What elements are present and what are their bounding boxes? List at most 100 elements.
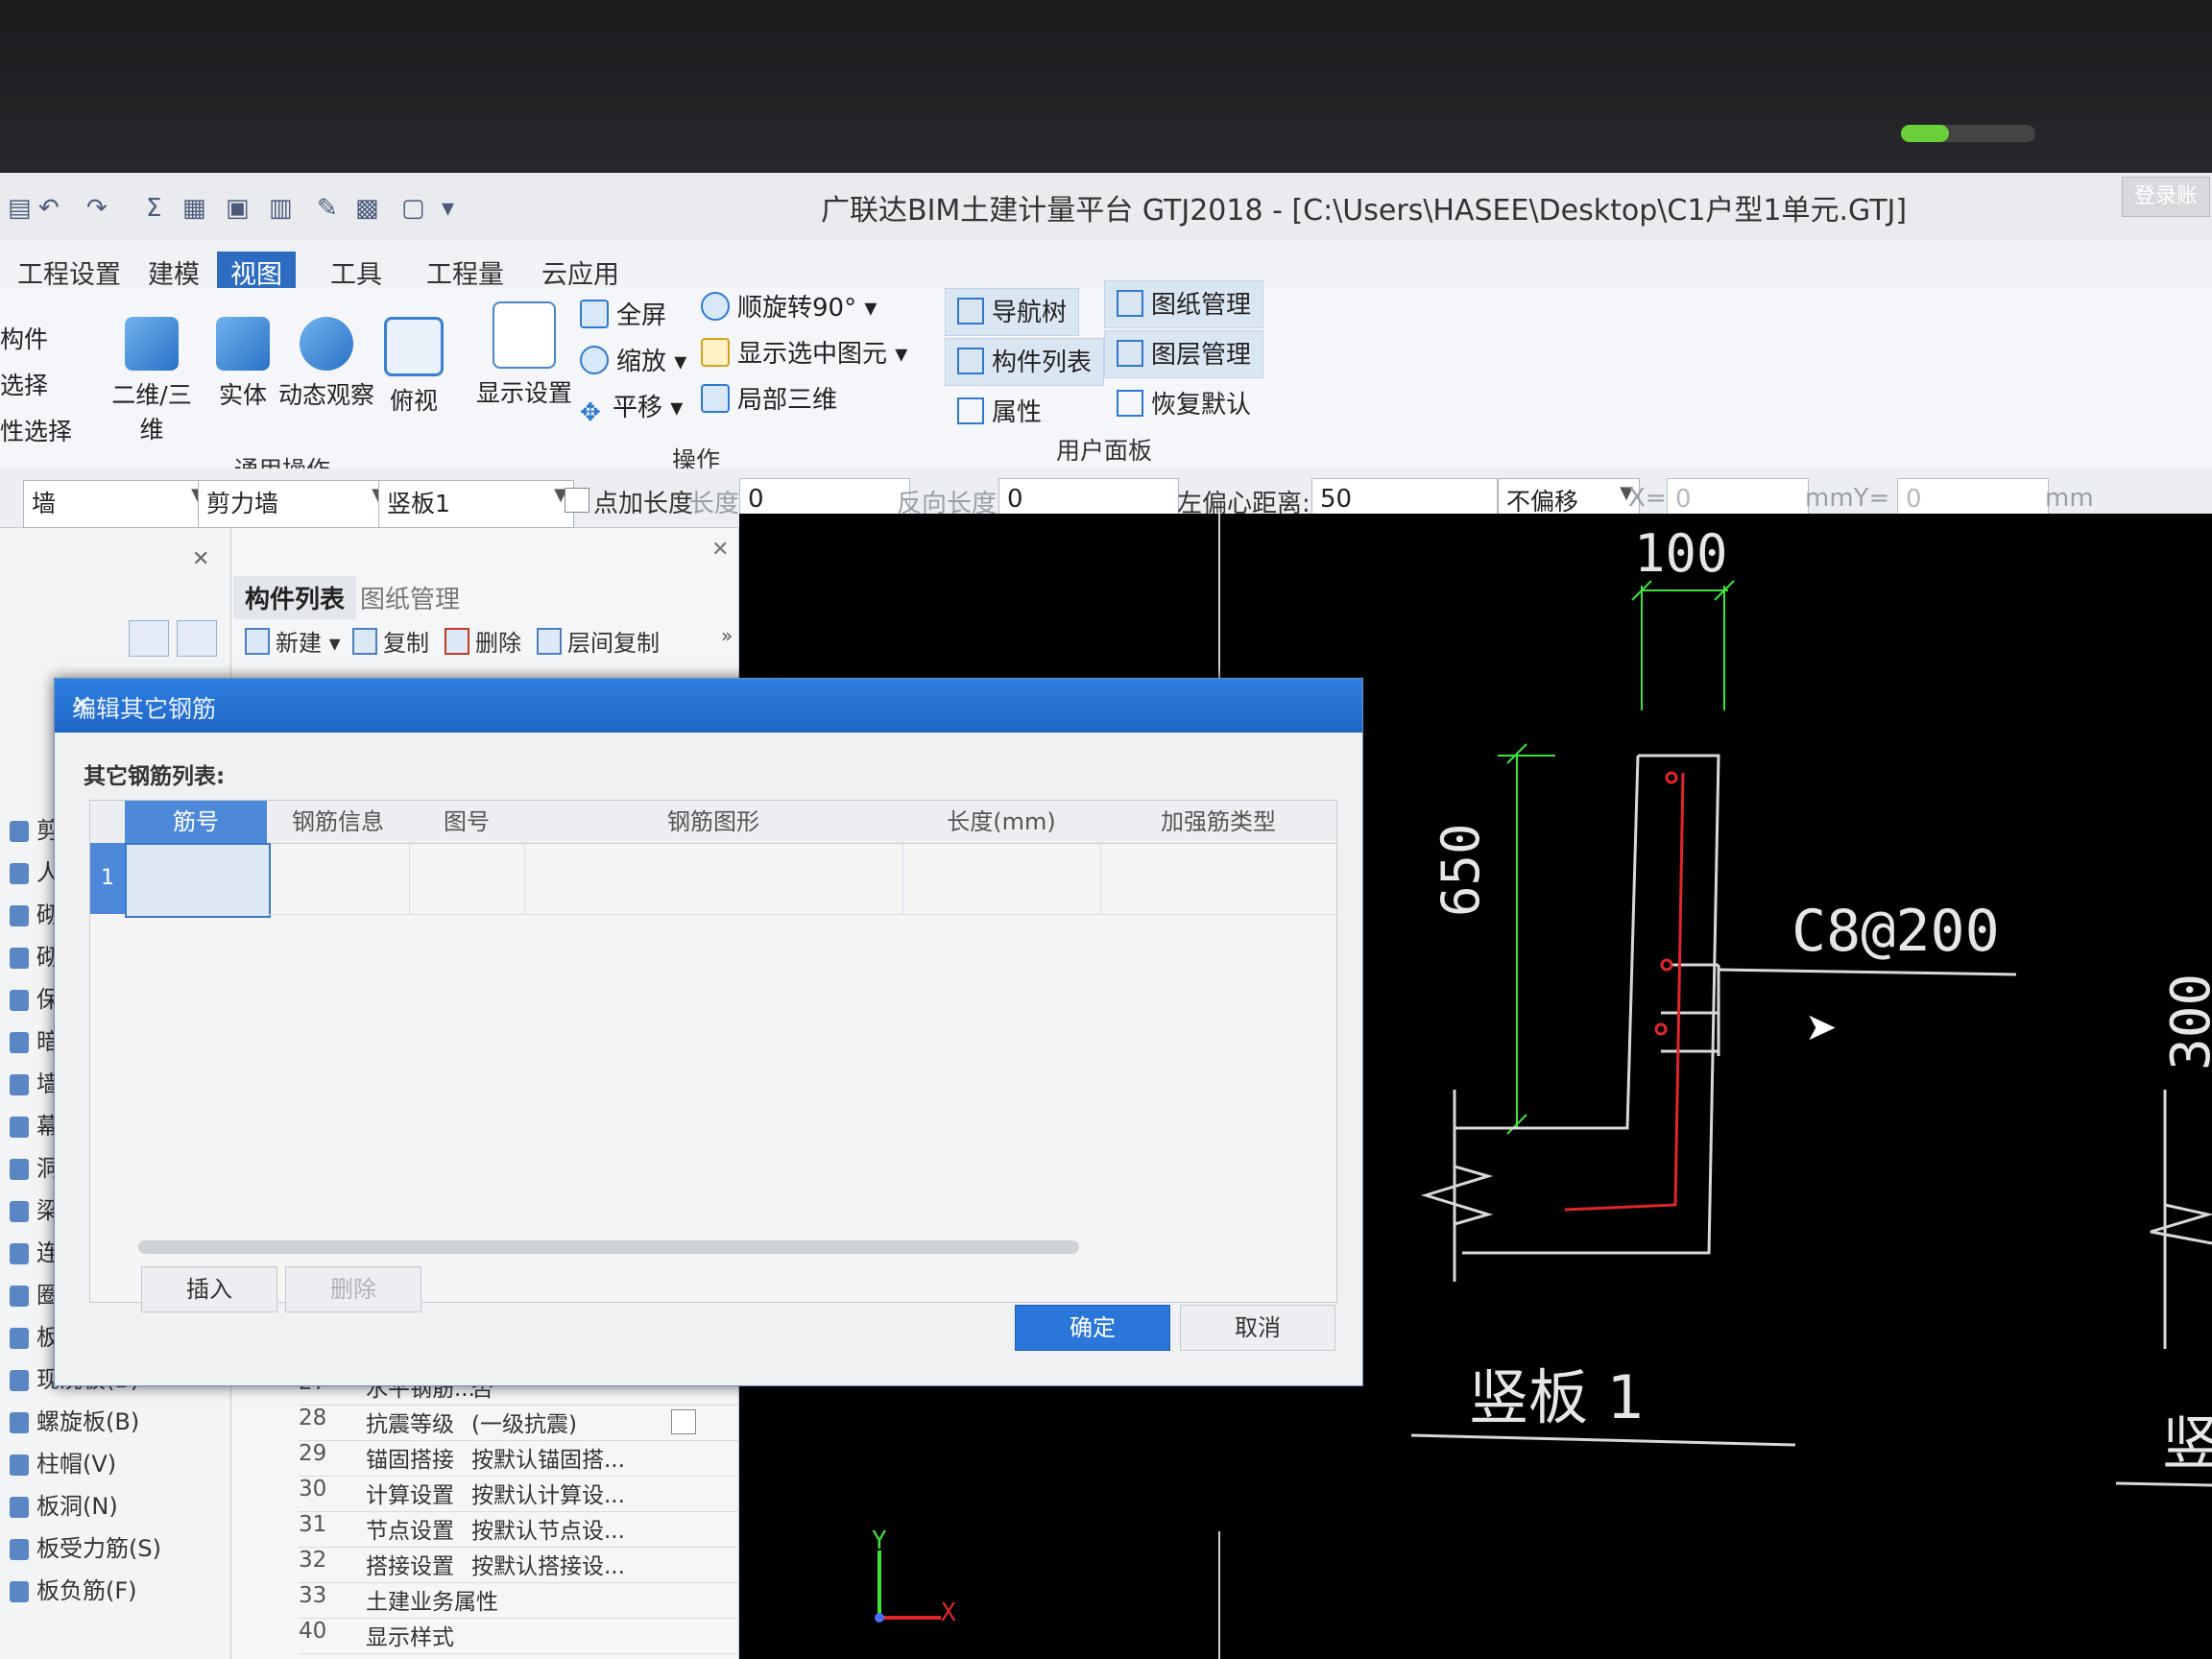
nav-tree-item[interactable]: 柱帽(V) — [10, 1445, 116, 1479]
new-label: 新建 — [276, 630, 322, 657]
delete-button[interactable]: 删除 — [285, 1266, 421, 1312]
solid-label: 实体 — [218, 381, 267, 409]
horizontal-scrollbar[interactable] — [138, 1240, 1079, 1254]
row-number: 33 — [299, 1583, 327, 1608]
detail-view-icon[interactable] — [177, 620, 217, 657]
chevron-down-icon[interactable]: ▾ — [442, 194, 454, 223]
ribbon-clip-attr-select[interactable]: 性选择 — [0, 413, 72, 447]
properties-button[interactable]: 属性 — [945, 388, 1055, 436]
nav-tree-item[interactable]: 洞 — [10, 1149, 60, 1183]
ok-button[interactable]: 确定 — [1015, 1305, 1170, 1351]
ribbon-clip-component[interactable]: 构件 — [0, 321, 48, 355]
col-header-rebar-shape[interactable]: 钢筋图形 — [524, 801, 903, 844]
col-header-bar-no[interactable]: 筋号 — [125, 801, 268, 844]
component-type-icon — [10, 1539, 29, 1560]
table-cell-rebar-shape[interactable] — [524, 843, 903, 915]
local-3d-button[interactable]: 局部三维 — [701, 380, 837, 416]
table-row[interactable]: 28 抗震等级 (一级抗震) — [299, 1406, 750, 1441]
tab-component-list[interactable]: 构件列表 — [233, 576, 357, 619]
rotate-90-button[interactable]: 顺旋转90° ▾ — [701, 288, 877, 324]
col-header-shape-no[interactable]: 图号 — [409, 801, 525, 844]
table-cell-reinforce-type[interactable] — [1100, 843, 1336, 915]
top-view-button[interactable]: 俯视 — [380, 317, 447, 417]
row-number[interactable]: 1 — [90, 843, 125, 914]
table-cell-shape-no[interactable] — [409, 843, 525, 915]
fullscreen-button[interactable]: 全屏 — [580, 296, 666, 331]
grid-icon[interactable]: ▩ — [355, 194, 379, 223]
zoom-button[interactable]: 缩放 ▾ — [580, 342, 686, 377]
component-type-icon — [10, 1328, 29, 1349]
property-checkbox[interactable] — [671, 1409, 696, 1434]
copy-button[interactable]: 复制 — [352, 624, 429, 658]
pen-icon[interactable]: ✎ — [317, 194, 338, 223]
save-icon[interactable]: ▤ — [8, 194, 32, 223]
table-row[interactable]: 31 节点设置 按默认节点设... — [299, 1512, 750, 1548]
tab-drawing-mgmt[interactable]: 图纸管理 — [349, 576, 471, 619]
calc-icon[interactable]: ▥ — [269, 194, 293, 223]
table-cell-length[interactable] — [902, 843, 1101, 915]
display-settings-button[interactable]: 显示设置 — [476, 301, 572, 409]
redo-icon[interactable]: ↷ — [86, 194, 108, 223]
x-label: X= — [1628, 484, 1667, 513]
list-view-icon[interactable] — [129, 620, 169, 657]
view-icon[interactable]: ▣ — [226, 194, 250, 223]
close-icon[interactable]: ✕ — [192, 547, 209, 571]
drawing-mgmt-button[interactable]: 图纸管理 — [1104, 280, 1264, 328]
cancel-button[interactable]: 取消 — [1180, 1305, 1335, 1351]
delete-button[interactable]: 删除 — [445, 624, 521, 658]
table-cell-bar-no[interactable] — [125, 843, 271, 918]
component-list-button[interactable]: 构件列表 — [945, 338, 1105, 386]
file-icon[interactable]: ▢ — [401, 194, 425, 223]
undo-icon[interactable]: ↶ — [38, 194, 60, 223]
toggle-2d-3d-button[interactable]: 二维/三维 — [104, 317, 200, 445]
layer-mgmt-button[interactable]: 图层管理 — [1104, 330, 1264, 378]
rebar-grid: 筋号 钢筋信息 图号 钢筋图形 长度(mm) 加强筋类型 1 — [89, 800, 1337, 1303]
restore-default-button[interactable]: 恢复默认 — [1104, 380, 1264, 428]
tab-quantity[interactable]: 工程量 — [413, 252, 517, 293]
orbit-icon — [300, 317, 353, 371]
col-header-rebar-info[interactable]: 钢筋信息 — [267, 801, 410, 844]
table-row[interactable]: 30 计算设置 按默认计算设... — [299, 1477, 750, 1512]
toggle-2d-3d-label: 二维/三维 — [111, 381, 192, 444]
point-length-checkbox[interactable] — [565, 488, 589, 513]
nav-tree-item[interactable]: 板洞(N) — [10, 1487, 118, 1521]
nav-tree-item[interactable]: 螺旋板(B) — [10, 1403, 139, 1436]
tab-view[interactable]: 视图 — [217, 252, 296, 293]
subtype-select[interactable]: 剪力墙▼ — [198, 480, 392, 528]
tab-tools[interactable]: 工具 — [317, 252, 396, 293]
tab-cloud[interactable]: 云应用 — [528, 252, 633, 293]
table-row[interactable]: 32 搭接设置 按默认搭接设... — [299, 1548, 750, 1583]
fullscreen-icon — [580, 300, 609, 328]
more-icon[interactable]: » — [721, 624, 733, 647]
offset-mode-value: 不偏移 — [1506, 488, 1579, 516]
rotate-icon — [701, 292, 730, 321]
type-select[interactable]: 墙▼ — [23, 480, 211, 528]
insert-button[interactable]: 插入 — [141, 1266, 277, 1312]
login-badge[interactable]: 登录账 — [2122, 177, 2210, 217]
close-icon[interactable]: ✕ — [72, 690, 1347, 718]
local-3d-icon — [701, 384, 730, 413]
col-header-length[interactable]: 长度(mm) — [902, 801, 1101, 844]
solid-button[interactable]: 实体 — [209, 317, 276, 411]
table-cell-rebar-info[interactable] — [267, 843, 410, 915]
floor-copy-button[interactable]: 层间复制 — [537, 624, 660, 658]
dynamic-observe-button[interactable]: 动态观察 — [278, 317, 374, 411]
pan-button[interactable]: ✥ 平移 ▾ — [580, 388, 683, 427]
tab-modeling[interactable]: 建模 — [134, 252, 213, 293]
nav-tree-button[interactable]: 导航树 — [945, 288, 1080, 336]
table-row[interactable]: 29 锚固搭接 按默认锚固搭... — [299, 1441, 750, 1477]
sum-icon[interactable]: Σ — [146, 194, 161, 223]
nav-tree-item[interactable]: 板受力筋(S) — [10, 1529, 161, 1563]
nav-tree-item[interactable]: 板 — [10, 1318, 60, 1352]
table-row[interactable]: 40 显示样式 — [299, 1619, 750, 1654]
tab-project-settings[interactable]: 工程设置 — [4, 252, 134, 293]
show-selected-button[interactable]: 显示选中图元 ▾ — [701, 334, 907, 370]
nav-tree-item[interactable]: 板负筋(F) — [10, 1572, 137, 1605]
element-select[interactable]: 竖板1 ▼ — [378, 480, 574, 528]
report-icon[interactable]: ▦ — [182, 194, 206, 223]
col-header-reinforce-type[interactable]: 加强筋类型 — [1100, 801, 1336, 844]
new-button[interactable]: 新建 ▾ — [245, 624, 341, 658]
ribbon-clip-select[interactable]: 选择 — [0, 367, 48, 401]
table-row[interactable]: 33 土建业务属性 — [299, 1583, 750, 1619]
close-icon[interactable]: ✕ — [711, 538, 729, 562]
